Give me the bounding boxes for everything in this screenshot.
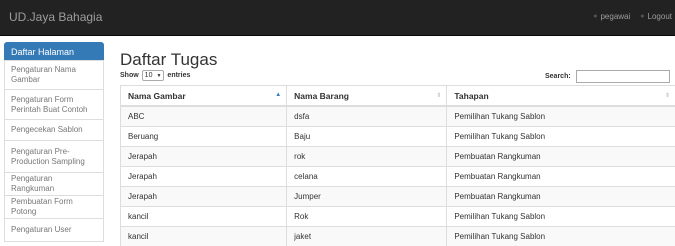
sidebar-item-daftar-halaman[interactable]: Daftar Halaman (4, 42, 104, 61)
sidebar-item-label: Pembuatan Form Potong (11, 197, 97, 217)
table-row: Jerapah rok Pembuatan Rangkuman (121, 147, 675, 167)
sidebar-item-pengecekan-sablon[interactable]: Pengecekan Sablon (4, 119, 104, 141)
table-cell: Rok (287, 207, 447, 227)
table-cell: Jerapah (121, 187, 287, 207)
navbar-right: ● pegawai ● Logout (583, 12, 672, 21)
table-cell: Beruang (121, 127, 287, 147)
sidebar-item-pre-production-sampling[interactable]: Pengaturan Pre-Production Sampling (4, 140, 104, 173)
table-cell: Pembuatan Rangkuman (447, 167, 675, 187)
user-link-label: pegawai (600, 12, 630, 21)
table-cell: kancil (121, 227, 287, 246)
table-cell: rok (287, 147, 447, 167)
sidebar-item-label: Pengecekan Sablon (11, 125, 83, 135)
user-icon: ● (593, 13, 597, 20)
sort-icon: ⇕ (665, 92, 670, 99)
sort-icon: ⇕ (436, 92, 441, 99)
sidebar-item-label: Pengaturan User (11, 225, 71, 235)
table-cell: Baju (287, 127, 447, 147)
entries-select[interactable]: 10 ▼ (142, 70, 165, 81)
search-label: Search: (545, 73, 571, 80)
brand-link[interactable]: UD.Jaya Bahagia (9, 10, 102, 24)
entries-select-value: 10 (145, 72, 153, 79)
table-cell: Pembuatan Rangkuman (447, 187, 675, 207)
column-header-tahapan[interactable]: Tahapan ⇕ (447, 86, 675, 107)
logout-icon: ● (640, 13, 644, 20)
sidebar-item-label: Pengaturan Form Perintah Buat Contoh (11, 95, 97, 115)
column-header-label: Nama Gambar (128, 91, 186, 101)
table-header-row: Nama Gambar ▲ Nama Barang ⇕ Tahapan ⇕ (121, 86, 675, 107)
top-navbar: UD.Jaya Bahagia ● pegawai ● Logout (0, 0, 675, 36)
logout-link-label: Logout (648, 12, 672, 21)
table-cell: Jumper (287, 187, 447, 207)
table-cell: kancil (121, 207, 287, 227)
column-header-nama-barang[interactable]: Nama Barang ⇕ (287, 86, 447, 107)
table-cell: Pemilihan Tukang Sablon (447, 207, 675, 227)
sidebar-item-pengaturan-form-perintah[interactable]: Pengaturan Form Perintah Buat Contoh (4, 89, 104, 120)
sidebar-item-label: Pengaturan Pre-Production Sampling (11, 147, 97, 167)
sidebar-menu: Daftar Halaman Pengaturan Nama Gambar Pe… (4, 43, 104, 242)
search-control: Search: (545, 70, 670, 83)
table-row: Jerapah Jumper Pembuatan Rangkuman (121, 187, 675, 207)
table-cell: Jerapah (121, 147, 287, 167)
sidebar-item-label: Pengaturan Rangkuman (11, 174, 97, 194)
page-title: Daftar Tugas (120, 50, 217, 70)
table-cell: Pembuatan Rangkuman (447, 147, 675, 167)
table-cell: Pemilihan Tukang Sablon (447, 127, 675, 147)
column-header-label: Tahapan (454, 91, 488, 101)
table-cell: Pemilihan Tukang Sablon (447, 106, 675, 127)
sidebar-item-pengaturan-nama-gambar[interactable]: Pengaturan Nama Gambar (4, 60, 104, 90)
sort-asc-icon: ▲ (275, 92, 281, 98)
sidebar-item-pengaturan-rangkuman[interactable]: Pengaturan Rangkuman (4, 172, 104, 196)
show-label: Show (120, 72, 139, 79)
tasks-table: Nama Gambar ▲ Nama Barang ⇕ Tahapan ⇕ AB… (120, 85, 675, 246)
table-row: Beruang Baju Pemilihan Tukang Sablon (121, 127, 675, 147)
logout-link[interactable]: ● Logout (640, 12, 672, 21)
table-row: kancil jaket Pemilihan Tukang Sablon (121, 227, 675, 246)
table-row: kancil Rok Pemilihan Tukang Sablon (121, 207, 675, 227)
column-header-nama-gambar[interactable]: Nama Gambar ▲ (121, 86, 287, 107)
sidebar-item-pembuatan-form-potong[interactable]: Pembuatan Form Potong (4, 195, 104, 219)
chevron-down-icon: ▼ (156, 73, 161, 79)
table-cell: jaket (287, 227, 447, 246)
sidebar-item-label: Pengaturan Nama Gambar (11, 65, 97, 85)
table-row: ABC dsfa Pemilihan Tukang Sablon (121, 106, 675, 127)
table-cell: Pemilihan Tukang Sablon (447, 227, 675, 246)
table-cell: celana (287, 167, 447, 187)
entries-label: entries (167, 72, 190, 79)
column-header-label: Nama Barang (294, 91, 349, 101)
user-link[interactable]: ● pegawai (593, 12, 630, 21)
table-cell: ABC (121, 106, 287, 127)
table-cell: dsfa (287, 106, 447, 127)
search-input[interactable] (576, 70, 670, 83)
sidebar-item-label: Daftar Halaman (11, 47, 74, 57)
table-cell: Jerapah (121, 167, 287, 187)
sidebar-item-pengaturan-user[interactable]: Pengaturan User (4, 218, 104, 242)
show-entries-control: Show 10 ▼ entries (120, 70, 190, 81)
table-row: Jerapah celana Pembuatan Rangkuman (121, 167, 675, 187)
